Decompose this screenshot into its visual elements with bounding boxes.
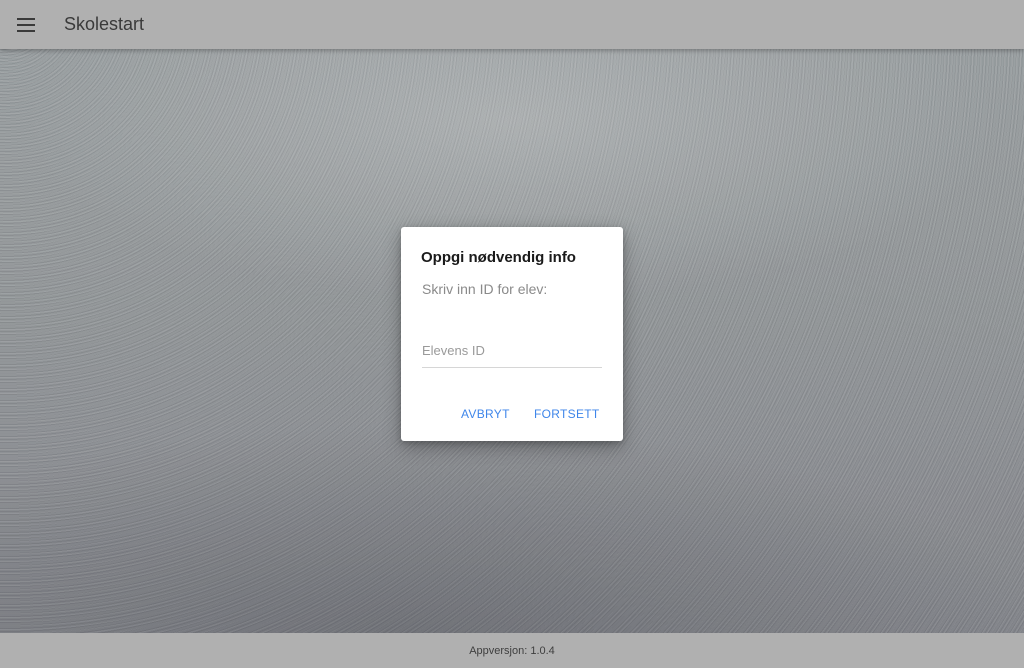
app-title: Skolestart — [64, 14, 145, 34]
app-root: Skolestart Oppgi nødvendig info Skriv in… — [0, 0, 1024, 668]
dialog-text: Skriv inn ID for elev: — [422, 281, 548, 297]
footer: Appversjon: 1.0.4 — [0, 633, 1024, 668]
info-dialog: Oppgi nødvendig info Skriv inn ID for el… — [401, 227, 623, 441]
menu-icon — [17, 17, 35, 32]
cancel-button[interactable]: AVBRYT — [461, 407, 510, 421]
menu-button[interactable] — [14, 13, 38, 37]
student-id-input[interactable] — [422, 338, 602, 368]
dialog-title: Oppgi nødvendig info — [421, 249, 576, 266]
continue-button[interactable]: FORTSETT — [534, 407, 600, 421]
app-version-text: Appversjon: 1.0.4 — [469, 644, 555, 657]
app-bar: Skolestart — [0, 0, 1024, 49]
